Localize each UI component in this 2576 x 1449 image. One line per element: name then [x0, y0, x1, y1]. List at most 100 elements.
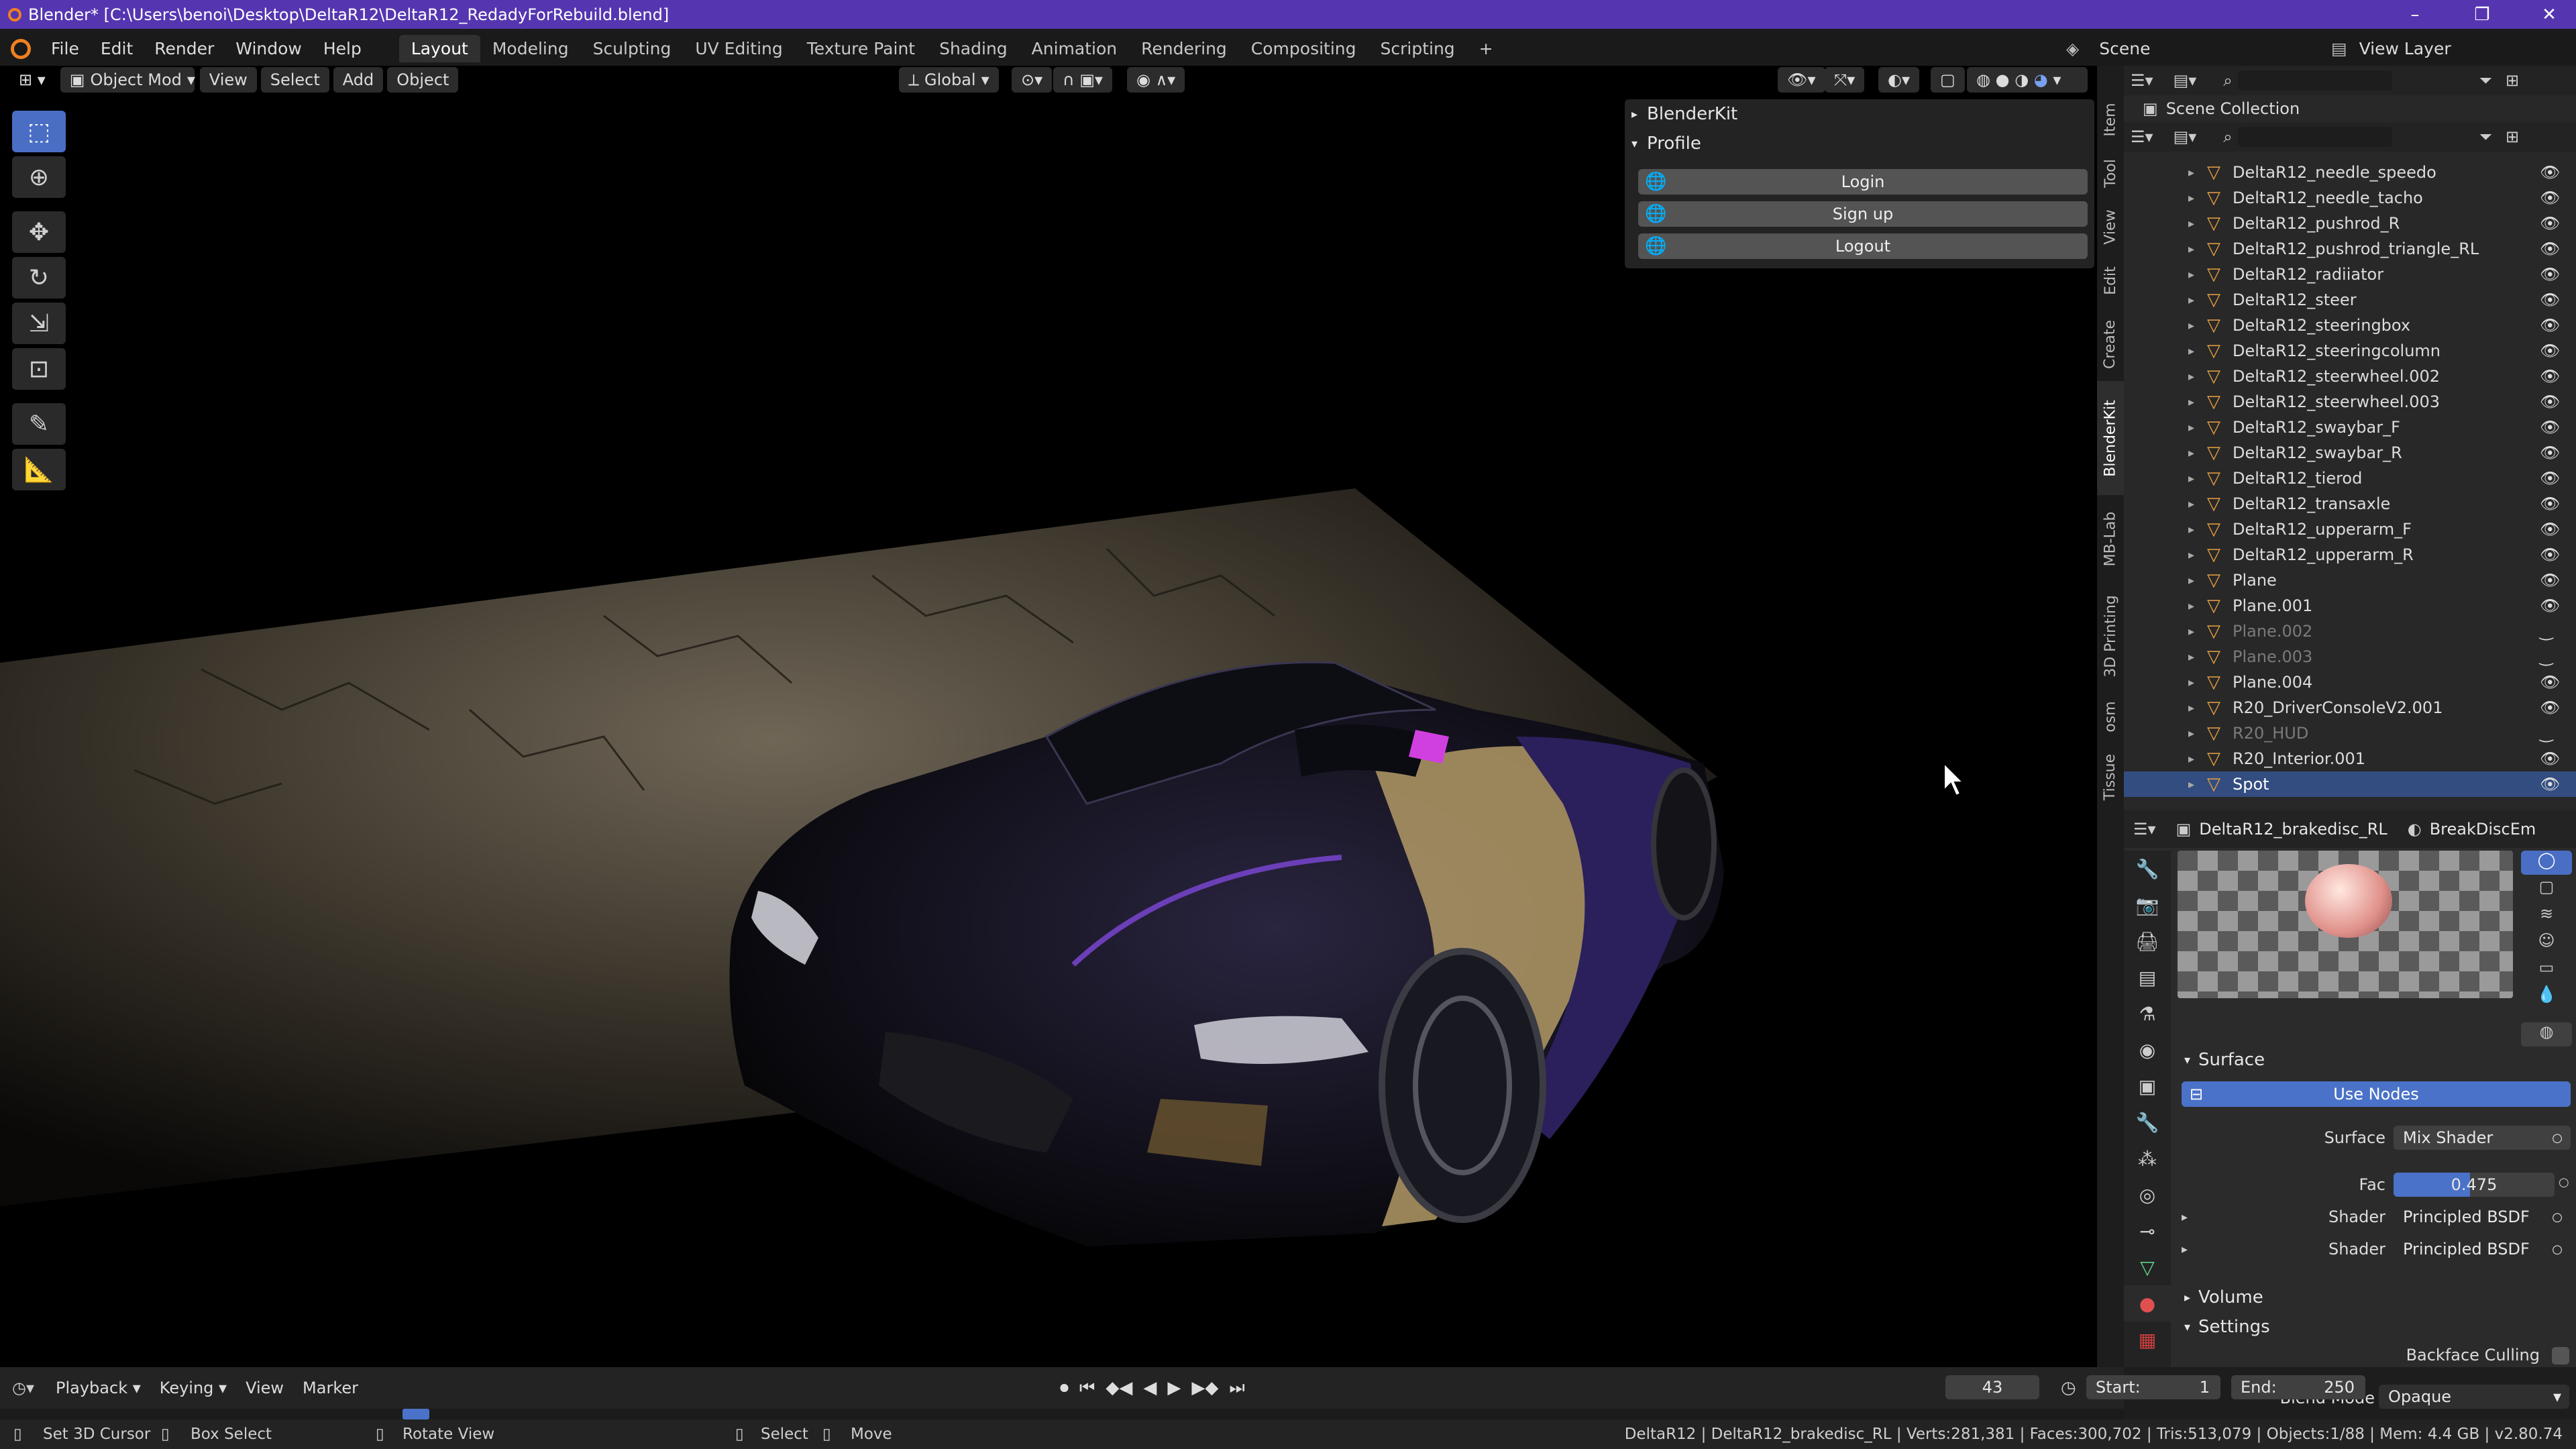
expand-arrow-icon[interactable]: ▸	[2188, 446, 2194, 460]
tab-compositing[interactable]: Compositing	[1239, 35, 1368, 62]
outliner-row[interactable]: ▸ ▽ Plane 👁	[2124, 568, 2576, 593]
object-name[interactable]: DeltaR12_brakedisc_RL	[2199, 820, 2387, 839]
viewport-menu-add[interactable]: Add	[333, 67, 384, 93]
tab-modeling[interactable]: Modeling	[480, 35, 581, 62]
rendered-icon[interactable]: ◕	[2034, 70, 2048, 89]
sphere-preview-icon[interactable]: ◯	[2521, 851, 2572, 875]
output-tab-icon[interactable]: 🖨	[2124, 923, 2171, 959]
new-collection-icon[interactable]: ⊞	[2506, 71, 2519, 90]
visibility-eye-icon[interactable]: 👁	[2540, 214, 2560, 233]
visibility-eye-icon[interactable]: 👁	[2540, 265, 2560, 284]
outliner-editor-icon[interactable]: ☰▾	[2131, 127, 2153, 146]
expand-arrow-icon[interactable]: ▸	[2188, 166, 2194, 180]
outliner-search-input[interactable]	[2237, 70, 2392, 91]
move-tool[interactable]: ✥	[12, 211, 66, 253]
prev-keyframe-icon[interactable]: ◆◀	[1106, 1378, 1132, 1398]
mode-dropdown[interactable]: ▣ Object Mod ▾	[60, 67, 195, 93]
editor-type-button[interactable]: ⊞ ▾	[9, 67, 55, 93]
scene-selector[interactable]: ◈ Scene	[2066, 29, 2150, 68]
object-tab-icon[interactable]: ▣	[2124, 1068, 2171, 1104]
expand-arrow-icon[interactable]: ▸	[2188, 319, 2194, 333]
shader-1-field[interactable]: Principled BSDF ○	[2394, 1205, 2571, 1229]
settings-panel-header[interactable]: ▾ Settings	[2171, 1312, 2576, 1342]
outliner-row[interactable]: ▸ ▽ DeltaR12_steerwheel.003 👁	[2124, 389, 2576, 415]
cube-preview-icon[interactable]: ▢	[2521, 877, 2572, 902]
expand-arrow-icon[interactable]: ▸	[2188, 701, 2194, 715]
current-frame-field[interactable]: 43	[1945, 1375, 2039, 1399]
visibility-button[interactable]: 👁▾	[1778, 67, 1825, 93]
physics-tab-icon[interactable]: ◎	[2124, 1177, 2171, 1213]
viewport-menu-view[interactable]: View	[199, 67, 257, 93]
jump-end-icon[interactable]: ⏭	[1229, 1378, 1244, 1399]
close-button[interactable]: ✕	[2522, 0, 2576, 29]
outliner-row[interactable]: ▸ ▽ DeltaR12_tierod 👁	[2124, 466, 2576, 491]
overlays-button[interactable]: ◐▾	[1878, 67, 1919, 93]
outliner-row[interactable]: ▸ ▽ DeltaR12_swaybar_F 👁	[2124, 415, 2576, 440]
tab-rendering[interactable]: Rendering	[1129, 35, 1239, 62]
display-mode-icon[interactable]: ▤▾	[2174, 71, 2197, 90]
shader-2-field[interactable]: Principled BSDF ○	[2394, 1237, 2571, 1261]
visibility-eye-icon[interactable]: 👁	[2540, 545, 2560, 564]
new-collection-icon[interactable]: ⊞	[2506, 127, 2519, 146]
world-preview-icon[interactable]: ◍	[2521, 1022, 2572, 1046]
next-keyframe-icon[interactable]: ▶◆	[1191, 1378, 1218, 1398]
snap-button[interactable]: ∩ ▣▾	[1053, 67, 1112, 93]
visibility-eye-icon[interactable]: 👁	[2540, 673, 2560, 692]
tab-create[interactable]: Create	[2097, 307, 2124, 381]
visibility-eye-icon[interactable]: 👁	[2540, 367, 2560, 386]
tab-animation[interactable]: Animation	[1020, 35, 1129, 62]
menu-edit[interactable]: Edit	[90, 39, 144, 58]
measure-tool[interactable]: 📐	[12, 449, 66, 490]
blenderkit-header[interactable]: ▸ BlenderKit	[1625, 99, 2094, 129]
outliner-search-input[interactable]	[2237, 127, 2392, 147]
visibility-eye-icon[interactable]: 👁	[2540, 698, 2560, 717]
visibility-eye-icon[interactable]: 👁	[2540, 290, 2560, 309]
tab-item[interactable]: Item	[2097, 93, 2124, 146]
play-icon[interactable]: ▶	[1167, 1378, 1181, 1398]
maximize-button[interactable]: ❐	[2455, 0, 2509, 29]
expand-arrow-icon[interactable]: ▸	[2188, 344, 2194, 358]
expand-arrow-icon[interactable]: ▸	[2188, 625, 2194, 639]
outliner-row[interactable]: ▸ ▽ DeltaR12_steer 👁	[2124, 287, 2576, 313]
menu-help[interactable]: Help	[313, 39, 372, 58]
outliner-row[interactable]: ▸ ▽ DeltaR12_upperarm_R 👁	[2124, 542, 2576, 568]
add-workspace-button[interactable]: +	[1467, 35, 1505, 62]
visibility-eye-icon[interactable]: 👁	[2540, 520, 2560, 539]
outliner-row[interactable]: ▸ ▽ DeltaR12_swaybar_R 👁	[2124, 440, 2576, 466]
timeline-menu-playback[interactable]: Playback ▾	[46, 1375, 150, 1401]
tab-osm[interactable]: osm	[2097, 690, 2124, 743]
outliner-row[interactable]: ▸ ▽ DeltaR12_steerwheel.002 👁	[2124, 364, 2576, 389]
monkey-preview-icon[interactable]: ☺	[2521, 931, 2572, 955]
menu-file[interactable]: File	[40, 39, 90, 58]
tab-scripting[interactable]: Scripting	[1368, 35, 1467, 62]
tab-sculpting[interactable]: Sculpting	[581, 35, 684, 62]
filter-icon[interactable]: ⏷	[2479, 71, 2492, 90]
material-name[interactable]: BreakDiscEm	[2430, 820, 2536, 839]
expand-arrow-icon[interactable]: ▸	[2188, 293, 2194, 307]
properties-editor-icon[interactable]: ☰▾	[2133, 820, 2156, 839]
visibility-eye-icon[interactable]: 👁	[2540, 749, 2560, 768]
expand-arrow-icon[interactable]: ▸	[2188, 574, 2194, 588]
outliner-row[interactable]: ▸ ▽ Plane.001 👁	[2124, 593, 2576, 619]
logout-button[interactable]: 🌐 Logout	[1638, 233, 2088, 259]
visibility-eye-icon[interactable]: 👁	[2540, 316, 2560, 335]
visibility-eye-icon[interactable]: 👁	[2540, 494, 2560, 513]
xray-button[interactable]: ▢	[1931, 67, 1965, 93]
chevron-down-icon[interactable]: ▾	[2053, 70, 2061, 89]
expand-arrow-icon[interactable]: ▸	[2188, 548, 2194, 562]
login-button[interactable]: 🌐 Login	[1638, 169, 2088, 195]
expand-arrow-icon[interactable]: ▸	[2188, 217, 2194, 231]
hair-preview-icon[interactable]: ≋	[2521, 904, 2572, 928]
cloth-preview-icon[interactable]: ▭	[2521, 958, 2572, 982]
gizmo-button[interactable]: ⤧▾	[1825, 67, 1865, 93]
tab-view[interactable]: View	[2097, 200, 2124, 254]
outliner-row[interactable]: ▸ ▽ DeltaR12_steeringcolumn 👁	[2124, 338, 2576, 364]
tool-tab-icon[interactable]: 🔧	[2124, 851, 2171, 887]
constraints-tab-icon[interactable]: ⊸	[2124, 1213, 2171, 1249]
expand-arrow-icon[interactable]: ▸	[2188, 497, 2194, 511]
tab-3d-printing[interactable]: 3D Printing	[2097, 582, 2124, 690]
tab-mb-lab[interactable]: MB-Lab	[2097, 495, 2124, 582]
expand-arrow-icon[interactable]: ▸	[2188, 191, 2194, 205]
visibility-eye-icon[interactable]: ‿	[2540, 622, 2553, 641]
tab-edit[interactable]: Edit	[2097, 254, 2124, 307]
